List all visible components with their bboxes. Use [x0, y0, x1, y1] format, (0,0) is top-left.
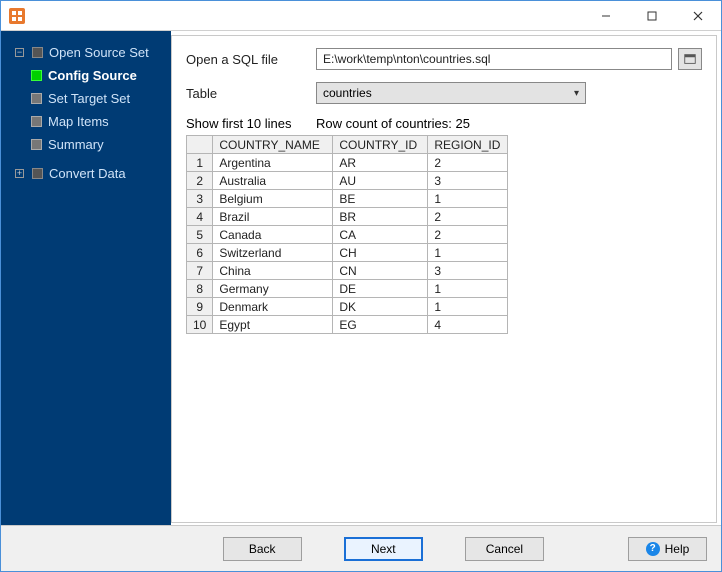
nav-summary[interactable]: Summary [1, 133, 171, 156]
cell-region-id: 1 [428, 244, 508, 262]
minimize-button[interactable] [583, 1, 629, 31]
close-button[interactable] [675, 1, 721, 31]
chevron-down-icon: ▾ [574, 88, 579, 99]
table-row[interactable]: 10EgyptEG4 [187, 316, 508, 334]
cell-country-name: Egypt [213, 316, 333, 334]
row-number-header [187, 136, 213, 154]
cell-country-id: DK [333, 298, 428, 316]
cell-country-id: AR [333, 154, 428, 172]
nav-label: Convert Data [49, 166, 126, 181]
table-label: Table [186, 86, 316, 101]
titlebar [1, 1, 721, 31]
main-panel: Open a SQL file Table countries ▾ Show f… [171, 35, 717, 523]
col-country-id[interactable]: COUNTRY_ID [333, 136, 428, 154]
row-number: 5 [187, 226, 213, 244]
row-number: 10 [187, 316, 213, 334]
table-row[interactable]: 2AustraliaAU3 [187, 172, 508, 190]
back-button[interactable]: Back [223, 537, 302, 561]
wizard-nav: − Open Source Set Config Source Set Targ… [1, 31, 171, 525]
maximize-button[interactable] [629, 1, 675, 31]
table-row[interactable]: 5CanadaCA2 [187, 226, 508, 244]
cell-country-name: Switzerland [213, 244, 333, 262]
cell-country-name: Denmark [213, 298, 333, 316]
step-icon [31, 93, 42, 104]
browse-button[interactable] [678, 48, 702, 70]
cell-country-id: EG [333, 316, 428, 334]
nav-label: Set Target Set [48, 91, 130, 106]
expand-icon: + [15, 169, 24, 178]
row-number: 3 [187, 190, 213, 208]
cell-country-id: BR [333, 208, 428, 226]
cell-country-name: China [213, 262, 333, 280]
nav-config-source[interactable]: Config Source [1, 64, 171, 87]
cell-region-id: 2 [428, 208, 508, 226]
sql-file-input[interactable] [316, 48, 672, 70]
show-first-label: Show first 10 lines [186, 116, 316, 131]
cell-region-id: 1 [428, 298, 508, 316]
cell-country-id: AU [333, 172, 428, 190]
nav-set-target-set[interactable]: Set Target Set [1, 87, 171, 110]
nav-open-source-set[interactable]: − Open Source Set [1, 41, 171, 64]
cell-country-name: Argentina [213, 154, 333, 172]
row-number: 7 [187, 262, 213, 280]
row-number: 8 [187, 280, 213, 298]
wizard-footer: Back Next Cancel ? Help [1, 525, 721, 571]
cell-country-name: Germany [213, 280, 333, 298]
table-row[interactable]: 7ChinaCN3 [187, 262, 508, 280]
step-icon [31, 116, 42, 127]
preview-table: COUNTRY_NAME COUNTRY_ID REGION_ID 1Argen… [186, 135, 508, 334]
help-icon: ? [646, 542, 660, 556]
cell-country-id: CH [333, 244, 428, 262]
nav-label: Open Source Set [49, 45, 149, 60]
cell-region-id: 3 [428, 172, 508, 190]
cell-region-id: 2 [428, 154, 508, 172]
table-row[interactable]: 1ArgentinaAR2 [187, 154, 508, 172]
collapse-icon: − [15, 48, 24, 57]
cell-country-name: Brazil [213, 208, 333, 226]
table-row[interactable]: 3BelgiumBE1 [187, 190, 508, 208]
col-region-id[interactable]: REGION_ID [428, 136, 508, 154]
cancel-button[interactable]: Cancel [465, 537, 544, 561]
cell-country-name: Australia [213, 172, 333, 190]
cell-country-id: DE [333, 280, 428, 298]
cell-region-id: 1 [428, 280, 508, 298]
cell-country-id: CN [333, 262, 428, 280]
cell-country-name: Belgium [213, 190, 333, 208]
step-icon [32, 168, 43, 179]
next-button[interactable]: Next [344, 537, 423, 561]
nav-convert-data[interactable]: + Convert Data [1, 162, 171, 185]
table-select[interactable]: countries ▾ [316, 82, 586, 104]
app-icon [9, 8, 25, 24]
row-number: 6 [187, 244, 213, 262]
col-country-name[interactable]: COUNTRY_NAME [213, 136, 333, 154]
nav-label: Summary [48, 137, 104, 152]
table-row[interactable]: 8GermanyDE1 [187, 280, 508, 298]
table-row[interactable]: 9DenmarkDK1 [187, 298, 508, 316]
row-number: 2 [187, 172, 213, 190]
cell-country-id: CA [333, 226, 428, 244]
cell-region-id: 2 [428, 226, 508, 244]
row-number: 4 [187, 208, 213, 226]
table-header-row: COUNTRY_NAME COUNTRY_ID REGION_ID [187, 136, 508, 154]
row-count-label: Row count of countries: 25 [316, 116, 702, 131]
cell-region-id: 4 [428, 316, 508, 334]
cell-region-id: 3 [428, 262, 508, 280]
sql-file-label: Open a SQL file [186, 52, 316, 67]
cell-country-id: BE [333, 190, 428, 208]
help-button[interactable]: ? Help [628, 537, 707, 561]
table-row[interactable]: 6SwitzerlandCH1 [187, 244, 508, 262]
step-icon [31, 139, 42, 150]
cell-country-name: Canada [213, 226, 333, 244]
row-number: 1 [187, 154, 213, 172]
cell-region-id: 1 [428, 190, 508, 208]
nav-label: Map Items [48, 114, 109, 129]
row-number: 9 [187, 298, 213, 316]
nav-map-items[interactable]: Map Items [1, 110, 171, 133]
table-select-value: countries [323, 86, 372, 100]
step-icon [31, 70, 42, 81]
browse-icon [683, 52, 697, 66]
nav-label: Config Source [48, 68, 137, 83]
table-row[interactable]: 4BrazilBR2 [187, 208, 508, 226]
step-icon [32, 47, 43, 58]
